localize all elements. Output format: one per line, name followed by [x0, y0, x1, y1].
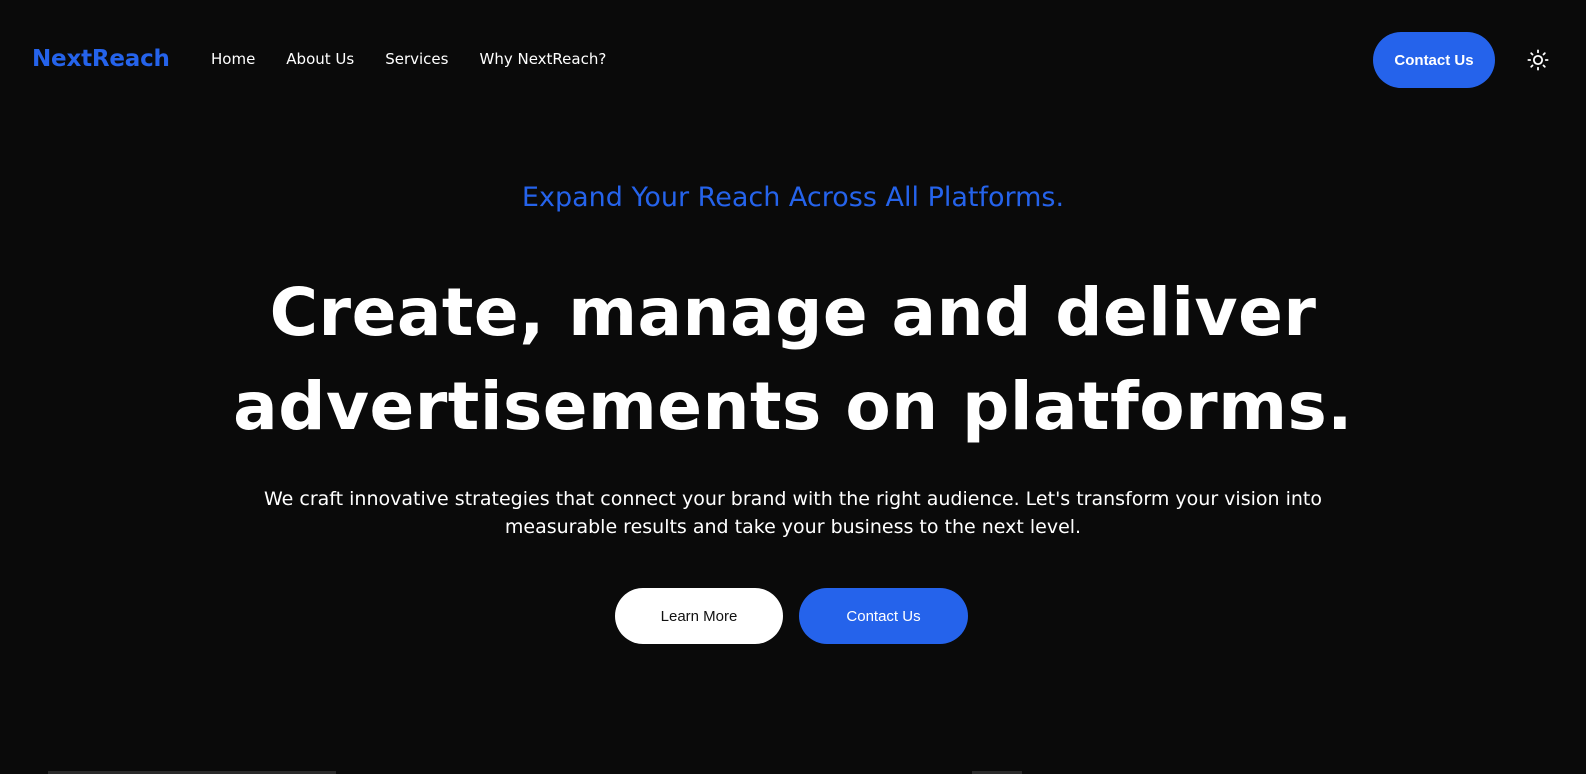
nav-link-services[interactable]: Services: [385, 47, 448, 71]
nav-link-why-nextreach[interactable]: Why NextReach?: [479, 47, 606, 71]
hero-description-line: measurable results and take your busines…: [504, 516, 1082, 538]
logo[interactable]: NextReach: [32, 44, 170, 74]
nav-link-home[interactable]: Home: [211, 47, 255, 71]
header-contact-button[interactable]: Contact Us: [1373, 32, 1495, 88]
hero-description: We craft innovative strategies that conn…: [0, 485, 1586, 541]
theme-toggle-button[interactable]: [1526, 48, 1550, 72]
hero-headline: Create, manage and deliver advertisement…: [0, 266, 1586, 454]
hero-headline-line: advertisements on platforms.: [233, 368, 1353, 445]
nav-link-about-us[interactable]: About Us: [286, 47, 354, 71]
hero-actions: Learn More Contact Us: [615, 588, 968, 644]
hero-description-line: We craft innovative strategies that conn…: [264, 488, 1322, 510]
hero-eyebrow: Expand Your Reach Across All Platforms.: [521, 182, 1065, 213]
learn-more-button[interactable]: Learn More: [615, 588, 783, 644]
page: NextReach Home About Us Services Why Nex…: [0, 0, 1586, 774]
hero-headline-line: Create, manage and deliver: [269, 274, 1317, 351]
hero-contact-button[interactable]: Contact Us: [799, 588, 968, 644]
main-nav: Home About Us Services Why NextReach?: [211, 47, 606, 71]
site-header: NextReach Home About Us Services Why Nex…: [0, 0, 1586, 120]
sun-icon: [1527, 49, 1549, 71]
